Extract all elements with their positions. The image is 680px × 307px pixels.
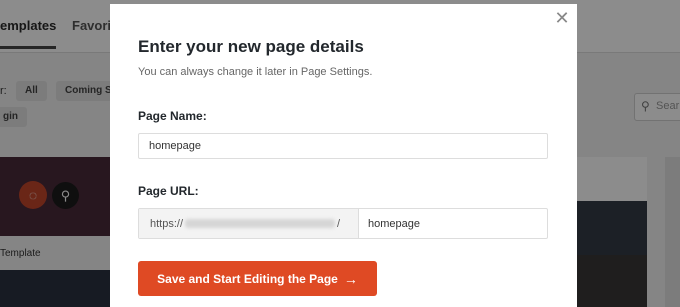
page-url-slug-input[interactable] — [359, 209, 547, 238]
close-icon[interactable]: ✕ — [554, 9, 570, 27]
url-prefix: https:// / — [139, 209, 359, 238]
page-name-input[interactable] — [138, 133, 548, 159]
modal-subtitle: You can always change it later in Page S… — [138, 66, 373, 78]
save-and-edit-button[interactable]: Save and Start Editing the Page → — [138, 261, 377, 296]
page-url-field: https:// / — [138, 208, 548, 239]
modal-title: Enter your new page details — [138, 37, 364, 56]
arrow-right-icon: → — [343, 270, 358, 287]
page-name-label: Page Name: — [138, 109, 207, 123]
save-button-label: Save and Start Editing the Page — [157, 271, 338, 286]
url-prefix-scheme: https:// — [150, 217, 184, 230]
new-page-modal: ✕ Enter your new page details You can al… — [110, 4, 577, 307]
url-domain-redacted — [185, 219, 336, 228]
url-prefix-slash: / — [337, 217, 341, 230]
page-url-label: Page URL: — [138, 184, 199, 198]
